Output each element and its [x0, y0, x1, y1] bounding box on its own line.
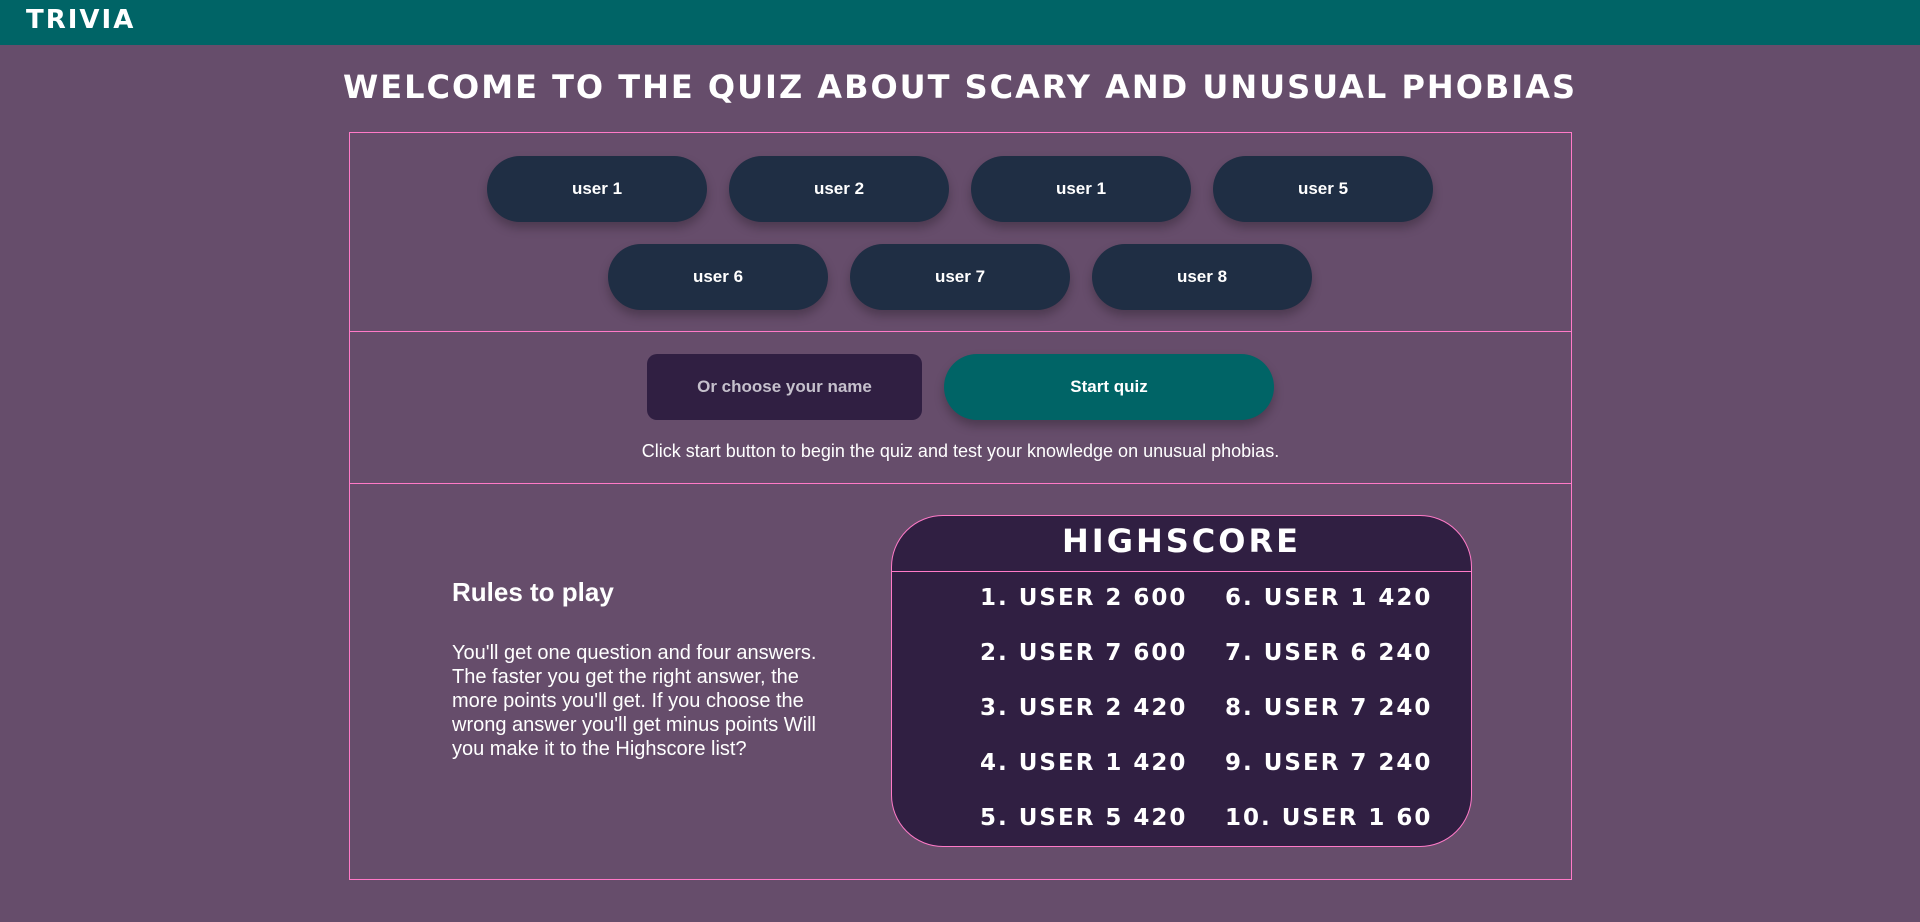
highscore-title: HIGHSCORE [1062, 522, 1301, 560]
user-button-7[interactable]: user 8 [1092, 244, 1312, 310]
rules-text: You'll get one question and four answers… [452, 642, 817, 760]
highscore-entry: 7. USER 6 240 [1225, 640, 1433, 666]
name-input[interactable] [647, 354, 922, 420]
user-button-1[interactable]: user 1 [487, 156, 707, 222]
highscore-entry: 9. USER 7 240 [1225, 750, 1433, 776]
page-title: WELCOME TO THE QUIZ ABOUT SCARY AND UNUS… [343, 68, 1577, 106]
highscore-entry: 6. USER 1 420 [1225, 585, 1433, 611]
start-hint: Click start button to begin the quiz and… [641, 441, 1280, 461]
highscore-entry: 8. USER 7 240 [1225, 695, 1433, 721]
highscore-entry: 1. USER 2 600 [980, 585, 1188, 611]
highscore-entry: 4. USER 1 420 [980, 750, 1188, 776]
user-button-6[interactable]: user 7 [850, 244, 1070, 310]
section-divider [350, 331, 1571, 332]
top-bar: TRIVIA [0, 0, 1920, 45]
highscore-entry: 3. USER 2 420 [980, 695, 1188, 721]
user-button-5[interactable]: user 6 [608, 244, 828, 310]
user-button-4[interactable]: user 5 [1213, 156, 1433, 222]
highscore-entry: 2. USER 7 600 [980, 640, 1188, 666]
section-divider [350, 483, 1571, 484]
quiz-panel: user 1 user 2 user 1 user 5 user 6 user … [349, 132, 1572, 880]
brand-logo[interactable]: TRIVIA [26, 5, 135, 35]
user-button-2[interactable]: user 2 [729, 156, 949, 222]
highscore-entry: 10. USER 1 60 [1225, 805, 1433, 831]
user-button-3[interactable]: user 1 [971, 156, 1191, 222]
rules-title: Rules to play [452, 577, 614, 607]
highscore-divider [892, 571, 1471, 572]
highscore-panel: HIGHSCORE 1. USER 2 600 2. USER 7 600 3.… [891, 515, 1472, 847]
start-quiz-button[interactable]: Start quiz [944, 354, 1274, 420]
highscore-entry: 5. USER 5 420 [980, 805, 1188, 831]
